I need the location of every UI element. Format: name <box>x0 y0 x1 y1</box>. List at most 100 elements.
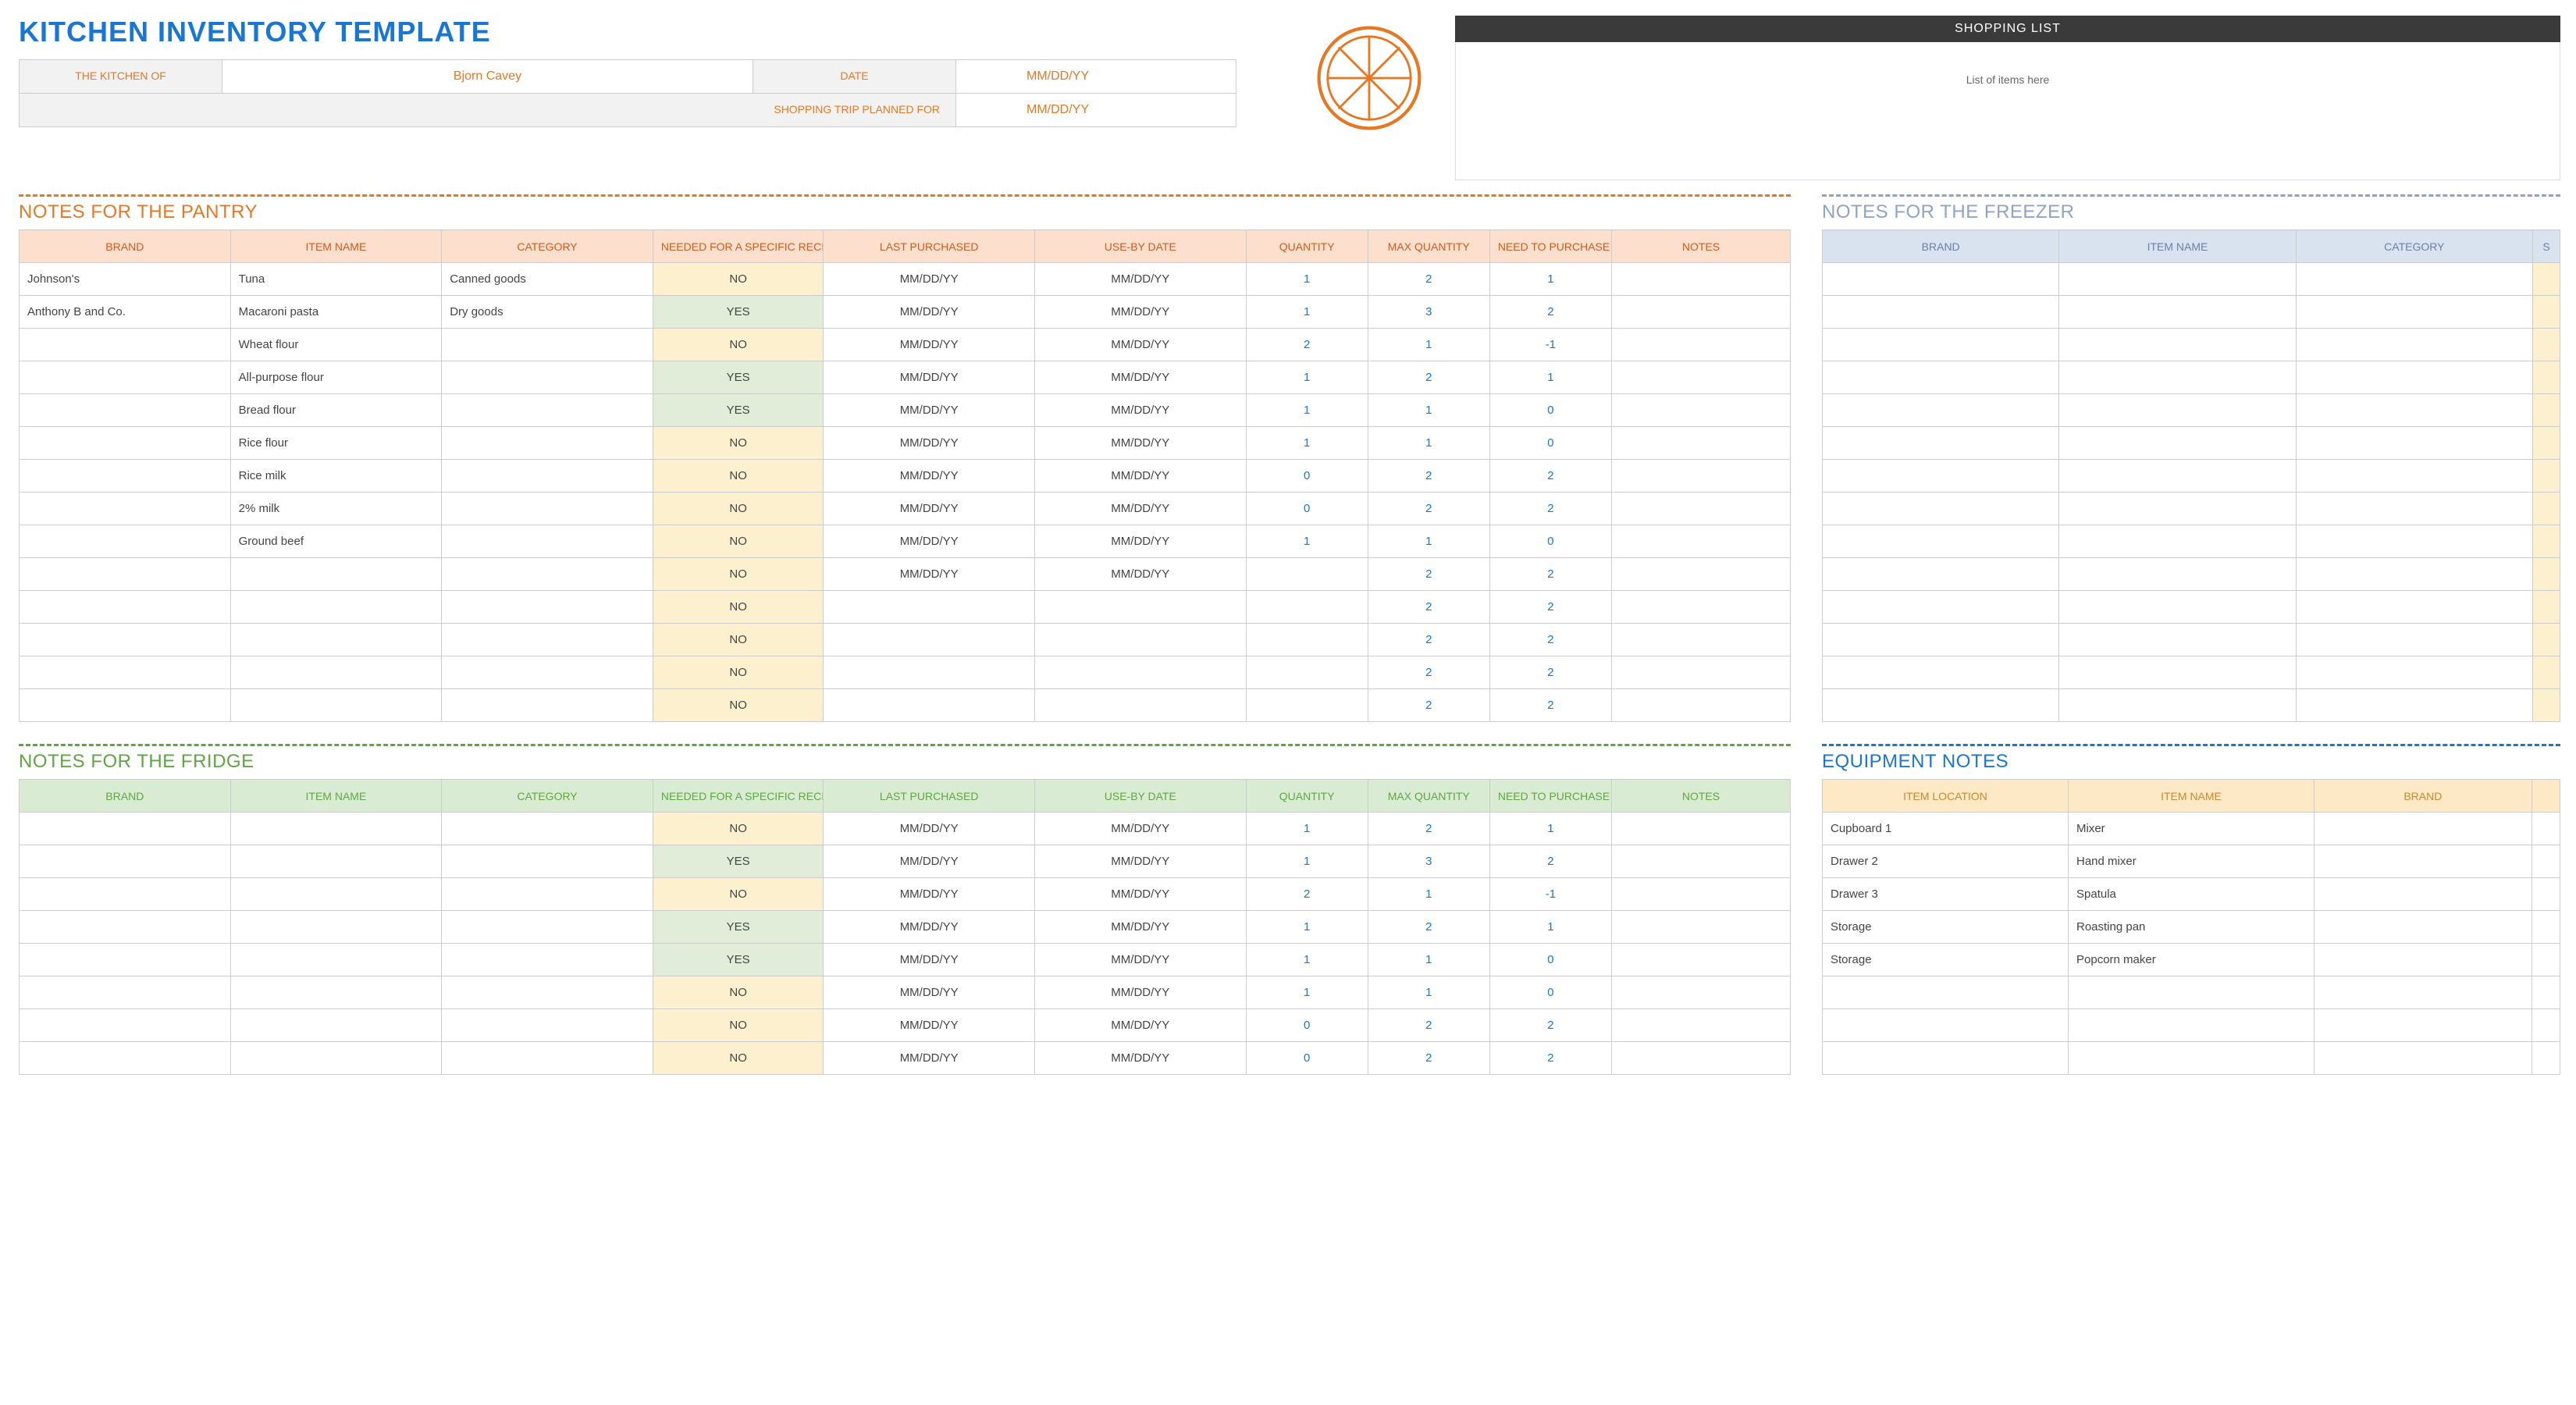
cell-recipe[interactable]: NO <box>653 525 824 558</box>
cell-brand[interactable] <box>2314 976 2532 1009</box>
cell-category[interactable] <box>2296 361 2532 394</box>
cell-qty[interactable]: 0 <box>1246 1009 1368 1042</box>
table-row[interactable]: NO MM/DD/YY MM/DD/YY 1 2 1 <box>20 813 1791 845</box>
cell-notes[interactable] <box>1611 624 1790 656</box>
cell-extra[interactable] <box>2532 878 2560 911</box>
cell-purchased[interactable]: MM/DD/YY <box>824 460 1035 493</box>
cell-useby[interactable]: MM/DD/YY <box>1035 329 1247 361</box>
cell-item[interactable] <box>230 845 442 878</box>
cell-need[interactable]: 0 <box>1489 944 1611 976</box>
cell-brand[interactable] <box>1823 394 2059 427</box>
cell-purchased[interactable] <box>824 591 1035 624</box>
cell-brand[interactable] <box>20 656 231 689</box>
cell-useby[interactable]: MM/DD/YY <box>1035 263 1247 296</box>
cell-category[interactable] <box>442 558 653 591</box>
cell-category[interactable] <box>442 427 653 460</box>
cell-notes[interactable] <box>1611 493 1790 525</box>
cell-maxqty[interactable]: 2 <box>1368 263 1489 296</box>
table-row[interactable] <box>1823 394 2560 427</box>
cell-item[interactable] <box>230 944 442 976</box>
table-row[interactable]: Cupboard 1Mixer <box>1823 813 2560 845</box>
cell-maxqty[interactable]: 3 <box>1368 845 1489 878</box>
table-row[interactable] <box>1823 624 2560 656</box>
cell-recipe[interactable]: NO <box>653 1042 824 1075</box>
cell-item[interactable]: Rice milk <box>230 460 442 493</box>
cell-notes[interactable] <box>1611 263 1790 296</box>
cell-brand[interactable] <box>1823 460 2059 493</box>
cell-extra[interactable] <box>2532 911 2560 944</box>
table-row[interactable]: All-purpose flour YES MM/DD/YY MM/DD/YY … <box>20 361 1791 394</box>
cell-need[interactable]: 2 <box>1489 1009 1611 1042</box>
cell-brand[interactable] <box>20 845 231 878</box>
cell-notes[interactable] <box>1611 845 1790 878</box>
cell-qty[interactable]: 1 <box>1246 361 1368 394</box>
cell-extra[interactable] <box>2532 1042 2560 1075</box>
cell-maxqty[interactable]: 2 <box>1368 624 1489 656</box>
table-row[interactable] <box>1823 493 2560 525</box>
cell-category[interactable] <box>2296 394 2532 427</box>
table-row[interactable]: 2% milk NO MM/DD/YY MM/DD/YY 0 2 2 <box>20 493 1791 525</box>
cell-item[interactable]: Hand mixer <box>2069 845 2314 878</box>
cell-maxqty[interactable]: 1 <box>1368 394 1489 427</box>
cell-category[interactable] <box>2296 263 2532 296</box>
cell-brand[interactable] <box>1823 427 2059 460</box>
cell-recipe[interactable]: NO <box>653 1009 824 1042</box>
cell-purchased[interactable]: MM/DD/YY <box>824 845 1035 878</box>
cell-purchased[interactable]: MM/DD/YY <box>824 525 1035 558</box>
cell-location[interactable] <box>1823 976 2069 1009</box>
cell-item[interactable] <box>2059 296 2296 329</box>
cell-category[interactable] <box>2296 427 2532 460</box>
table-row[interactable]: NO MM/DD/YY MM/DD/YY 0 2 2 <box>20 1042 1791 1075</box>
cell-recipe[interactable]: NO <box>653 689 824 722</box>
table-row[interactable] <box>1823 976 2560 1009</box>
cell-maxqty[interactable]: 1 <box>1368 944 1489 976</box>
cell-item[interactable] <box>230 624 442 656</box>
table-row[interactable] <box>1823 329 2560 361</box>
cell-item[interactable] <box>2059 329 2296 361</box>
cell-extra[interactable] <box>2532 591 2560 624</box>
cell-recipe[interactable]: NO <box>653 813 824 845</box>
table-row[interactable]: NO 2 2 <box>20 656 1791 689</box>
cell-item[interactable] <box>2059 263 2296 296</box>
cell-category[interactable] <box>442 525 653 558</box>
table-row[interactable] <box>1823 525 2560 558</box>
cell-maxqty[interactable]: 2 <box>1368 558 1489 591</box>
cell-purchased[interactable] <box>824 689 1035 722</box>
cell-item[interactable] <box>230 976 442 1009</box>
cell-category[interactable] <box>442 624 653 656</box>
cell-useby[interactable]: MM/DD/YY <box>1035 976 1247 1009</box>
cell-notes[interactable] <box>1611 460 1790 493</box>
cell-qty[interactable]: 1 <box>1246 394 1368 427</box>
cell-brand[interactable] <box>1823 296 2059 329</box>
table-row[interactable] <box>1823 1042 2560 1075</box>
equipment-table[interactable]: ITEM LOCATION ITEM NAME BRAND Cupboard 1… <box>1822 779 2560 1075</box>
cell-category[interactable] <box>442 591 653 624</box>
cell-location[interactable] <box>1823 1042 2069 1075</box>
table-row[interactable]: StorageRoasting pan <box>1823 911 2560 944</box>
cell-need[interactable]: 0 <box>1489 525 1611 558</box>
cell-purchased[interactable]: MM/DD/YY <box>824 427 1035 460</box>
cell-category[interactable] <box>442 656 653 689</box>
cell-notes[interactable] <box>1611 1042 1790 1075</box>
cell-category[interactable] <box>442 394 653 427</box>
cell-notes[interactable] <box>1611 976 1790 1009</box>
cell-brand[interactable] <box>20 361 231 394</box>
cell-qty[interactable]: 0 <box>1246 1042 1368 1075</box>
cell-location[interactable]: Storage <box>1823 944 2069 976</box>
cell-purchased[interactable] <box>824 624 1035 656</box>
cell-item[interactable]: Ground beef <box>230 525 442 558</box>
cell-brand[interactable] <box>2314 911 2532 944</box>
cell-useby[interactable]: MM/DD/YY <box>1035 394 1247 427</box>
cell-qty[interactable] <box>1246 558 1368 591</box>
cell-qty[interactable]: 1 <box>1246 911 1368 944</box>
cell-location[interactable]: Drawer 2 <box>1823 845 2069 878</box>
cell-brand[interactable] <box>20 558 231 591</box>
cell-item[interactable]: Bread flour <box>230 394 442 427</box>
cell-brand[interactable] <box>2314 1042 2532 1075</box>
table-row[interactable] <box>1823 1009 2560 1042</box>
cell-maxqty[interactable]: 2 <box>1368 656 1489 689</box>
cell-brand[interactable] <box>1823 558 2059 591</box>
cell-notes[interactable] <box>1611 656 1790 689</box>
cell-extra[interactable] <box>2532 427 2560 460</box>
shopping-list-body[interactable]: List of items here <box>1455 42 2560 180</box>
